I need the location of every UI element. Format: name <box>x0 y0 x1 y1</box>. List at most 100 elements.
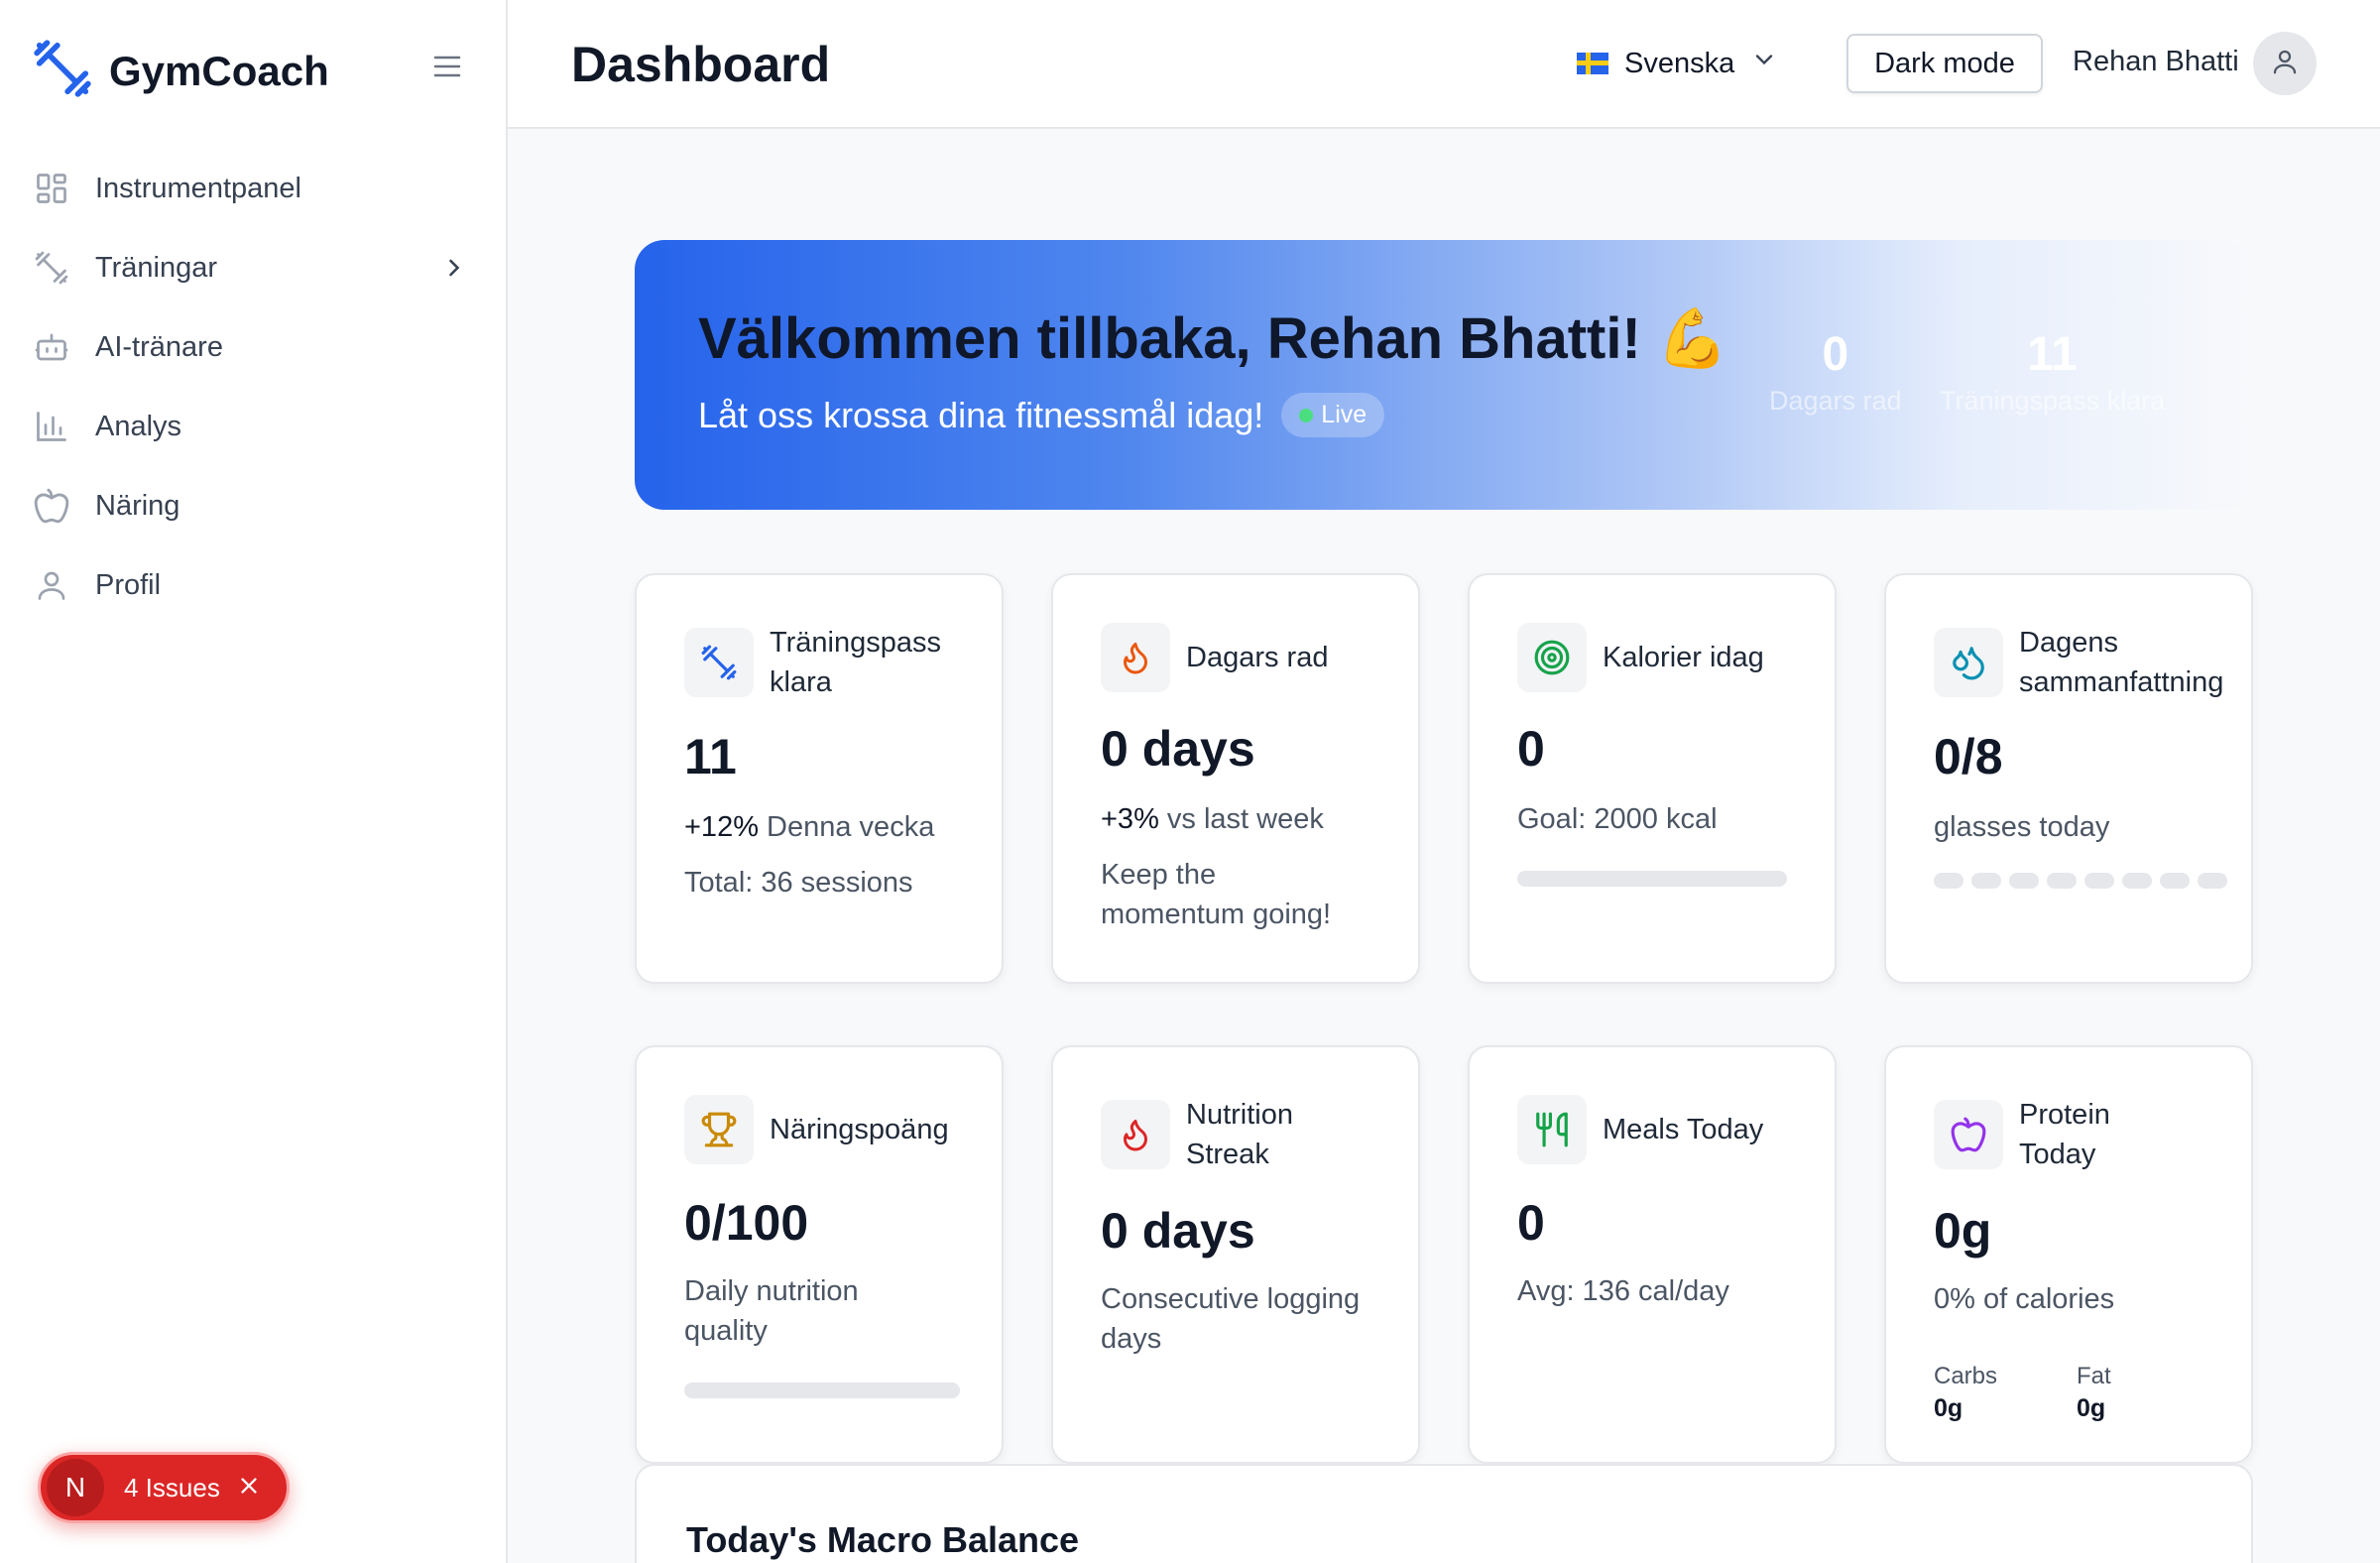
live-dot-icon <box>1299 408 1314 422</box>
card-streak[interactable]: Dagars rad 0 days +3% vs last week Keep … <box>1051 573 1420 984</box>
card-title: Dagens sammanfattning <box>2019 623 2223 702</box>
water-glass-dot <box>2009 873 2039 889</box>
description-line: Daily nutrition <box>684 1275 859 1307</box>
sidebar-item-ai-tranare[interactable]: AI-tränare <box>0 307 508 387</box>
delta-label: Denna vecka <box>767 811 935 843</box>
carbs-mini-stat: Carbs 0g <box>1934 1363 1997 1423</box>
card-value: 11 <box>684 729 737 784</box>
card-delta: +12% Denna vecka <box>684 807 934 847</box>
card-title: Dagars rad <box>1186 642 1329 673</box>
note-line: Keep the <box>1101 859 1217 891</box>
sidebar-item-traningar[interactable]: Träningar <box>0 228 508 307</box>
note-line: momentum going! <box>1101 899 1332 930</box>
sweden-flag-icon <box>1577 53 1608 74</box>
hero-stat-workouts: 11 Träningspass klara <box>1940 327 2165 417</box>
welcome-subtitle: Låt oss krossa dina fitnessmål idag! <box>698 394 1264 435</box>
sidebar-item-naring[interactable]: Näring <box>0 466 508 545</box>
sidebar-item-profil[interactable]: Profil <box>0 545 508 625</box>
sidebar-item-label: AI-tränare <box>95 330 223 363</box>
card-title-line: Protein <box>2019 1099 2110 1131</box>
language-select[interactable]: Svenska <box>1577 46 1778 81</box>
menu-toggle-icon[interactable] <box>432 54 462 79</box>
card-value: 0 <box>1517 721 1545 777</box>
card-calories[interactable]: Kalorier idag 0 Goal: 2000 kcal <box>1468 573 1837 984</box>
card-average: Avg: 136 cal/day <box>1517 1275 1729 1307</box>
description-line: days <box>1101 1323 1162 1355</box>
hero-stat-value: 11 <box>2027 328 2078 381</box>
dumbbell-icon <box>32 248 71 288</box>
card-title: Meals Today <box>1603 1114 1764 1145</box>
live-badge: Live <box>1281 393 1385 437</box>
sidebar-item-analys[interactable]: Analys <box>0 387 508 466</box>
water-glass-dot <box>2047 873 2077 889</box>
card-title-line: Dagens <box>2019 627 2118 659</box>
card-title-line: Träningspass <box>770 627 942 659</box>
water-glass-dot <box>2122 873 2152 889</box>
sidebar-item-label: Analys <box>95 410 182 442</box>
welcome-subtitle-row: Låt oss krossa dina fitnessmål idag! Liv… <box>698 393 1385 437</box>
user-avatar-icon <box>2270 47 2300 81</box>
card-value: 0 days <box>1101 1203 1255 1259</box>
card-percentage: 0% of calories <box>1934 1283 2115 1315</box>
card-title: Protein Today <box>2019 1095 2110 1174</box>
calories-progress-bar <box>1517 871 1787 887</box>
water-glass-dot <box>2160 873 2190 889</box>
card-meals[interactable]: Meals Today 0 Avg: 136 cal/day <box>1468 1045 1837 1464</box>
utensils-icon <box>1517 1095 1587 1164</box>
grid-icon <box>32 169 71 208</box>
water-glass-dot <box>2198 873 2227 889</box>
hero-stat-streak: 0 Dagars rad <box>1769 327 1902 417</box>
avatar[interactable] <box>2253 32 2317 95</box>
card-title-line: sammanfattning <box>2019 666 2224 698</box>
card-description: Daily nutrition quality <box>684 1271 859 1351</box>
card-workouts[interactable]: Träningspass klara 11 +12% Denna vecka T… <box>635 573 1004 984</box>
brand[interactable]: GymCoach <box>32 38 329 104</box>
app-name: GymCoach <box>109 47 329 94</box>
card-note: Keep the momentum going! <box>1101 855 1331 934</box>
card-caption: glasses today <box>1934 811 2110 843</box>
hero-stat-label: Träningspass klara <box>1940 386 2166 416</box>
language-label: Svenska <box>1624 47 1735 79</box>
water-glass-dot <box>1934 873 1964 889</box>
carbs-label: Carbs <box>1934 1363 1998 1389</box>
issues-count: 4 Issues <box>124 1472 220 1503</box>
topbar: Dashboard Svenska Dark mode Rehan Bhatti <box>508 0 2380 129</box>
close-icon[interactable] <box>238 1475 260 1502</box>
sidebar-item-label: Näring <box>95 489 180 522</box>
trophy-icon <box>684 1095 754 1164</box>
user-name[interactable]: Rehan Bhatti <box>2073 46 2239 78</box>
live-label: Live <box>1321 401 1368 428</box>
card-summary[interactable]: Dagens sammanfattning 0/8 glasses today <box>1884 573 2253 984</box>
card-value: 0 days <box>1101 721 1255 777</box>
card-value: 0/8 <box>1934 729 2003 784</box>
description-line: Consecutive logging <box>1101 1283 1361 1315</box>
card-title: Näringspoäng <box>770 1114 949 1145</box>
issues-badge[interactable]: N 4 Issues <box>38 1452 290 1523</box>
chevron-down-icon <box>1750 46 1778 81</box>
macro-balance-card: Today's Macro Balance <box>635 1464 2253 1563</box>
sidebar-item-label: Träningar <box>95 251 218 284</box>
water-glass-dot <box>1971 873 2001 889</box>
target-icon <box>1517 623 1587 692</box>
card-value: 0g <box>1934 1203 1992 1259</box>
card-protein[interactable]: Protein Today 0g 0% of calories Carbs 0g… <box>1884 1045 2253 1464</box>
dark-mode-button[interactable]: Dark mode <box>1846 34 2043 93</box>
dumbbell-icon <box>684 628 754 697</box>
issues-n-badge: N <box>47 1459 104 1516</box>
card-title-line: klara <box>770 666 832 698</box>
macro-balance-title: Today's Macro Balance <box>686 1519 1080 1560</box>
carbs-value: 0g <box>1934 1394 1964 1422</box>
sidebar: GymCoach Instrumentpanel Träningar AI-tr… <box>0 0 508 1563</box>
chevron-right-icon <box>440 254 468 287</box>
nutrition-score-progress-bar <box>684 1383 960 1398</box>
card-nutrition-score[interactable]: Näringspoäng 0/100 Daily nutrition quali… <box>635 1045 1004 1464</box>
welcome-title: Välkommen tillbaka, Rehan Bhatti! 💪 <box>698 306 1729 371</box>
welcome-banner: Välkommen tillbaka, Rehan Bhatti! 💪 Låt … <box>635 240 2253 510</box>
sidebar-item-instrumentpanel[interactable]: Instrumentpanel <box>0 149 508 228</box>
hero-stat-label: Dagars rad <box>1769 386 1902 416</box>
hero-stat-value: 0 <box>1822 328 1849 381</box>
card-nutrition-streak[interactable]: Nutrition Streak 0 days Consecutive logg… <box>1051 1045 1420 1464</box>
water-glasses-indicator <box>1934 873 2227 889</box>
card-value: 0/100 <box>684 1195 809 1251</box>
card-title-line: Streak <box>1186 1139 1269 1170</box>
